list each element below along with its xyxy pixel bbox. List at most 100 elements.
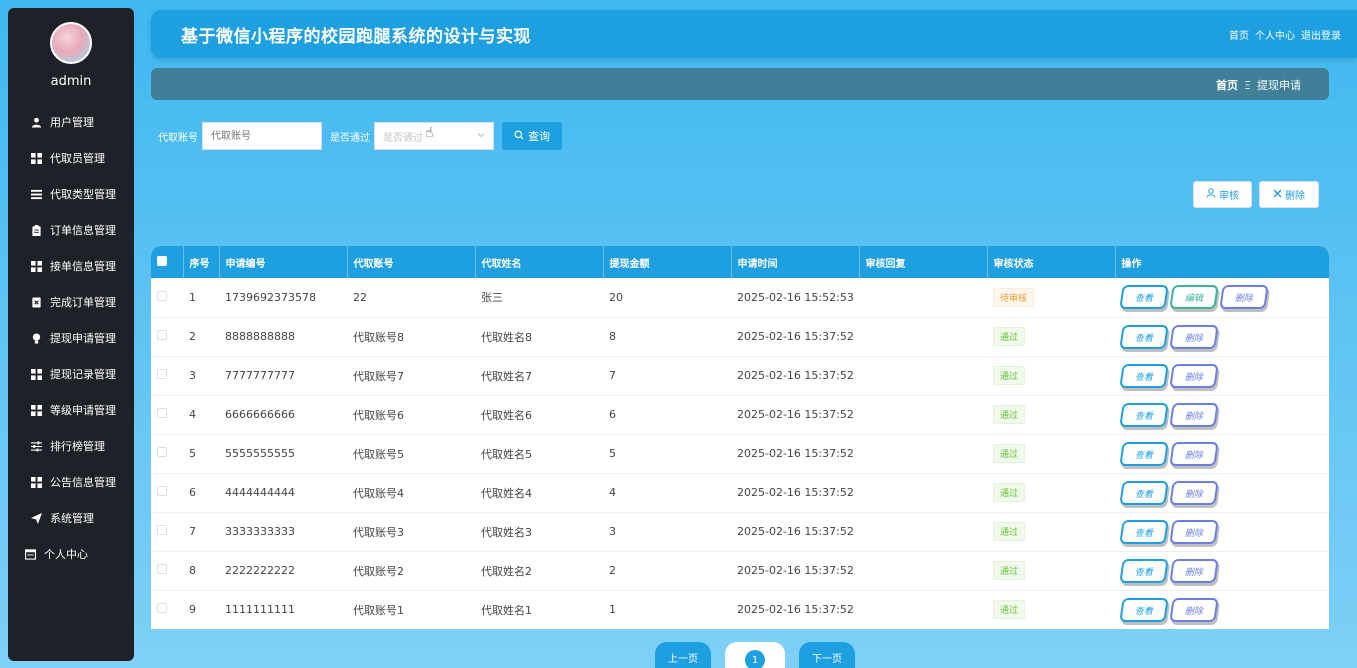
batch-delete-button[interactable]: 删除 — [1259, 181, 1319, 208]
sidebar-item-label: 提现申请管理 — [50, 332, 116, 345]
next-page-button[interactable]: 下一页 — [799, 642, 855, 668]
row-checkbox[interactable] — [157, 447, 167, 457]
send-icon — [30, 512, 42, 524]
table-row: 1 1739692373578 22 张三 20 2025-02-16 15:5… — [151, 278, 1329, 317]
cell-amount: 3 — [609, 525, 616, 538]
cell-amount: 6 — [609, 408, 616, 421]
header-link-logout[interactable]: 退出登录 — [1301, 27, 1341, 42]
page-number-holder: 1 — [725, 642, 785, 668]
clipboard-icon — [30, 224, 42, 236]
select-all-cell — [151, 246, 184, 278]
search-button[interactable]: 查询 — [502, 122, 562, 150]
cell-account: 代取账号6 — [353, 408, 404, 422]
view-button[interactable]: 查看 — [1119, 402, 1169, 427]
view-button[interactable]: 查看 — [1119, 597, 1169, 622]
col-header[interactable]: 申请编号 — [219, 246, 348, 278]
delete-button[interactable]: 删除 — [1169, 402, 1219, 427]
edit-button[interactable]: 编辑 — [1169, 285, 1219, 310]
sidebar-item-runner-management[interactable]: 代取员管理 — [8, 140, 134, 176]
delete-button[interactable]: 删除 — [1169, 558, 1219, 583]
sidebar-item-level-apply[interactable]: 等级申请管理 — [8, 392, 134, 428]
breadcrumb-home[interactable]: 首页 — [1216, 77, 1238, 93]
delete-button[interactable]: 删除 — [1169, 441, 1219, 466]
sidebar-item-withdraw-apply[interactable]: 提现申请管理 — [8, 320, 134, 356]
cell-apply-no: 2222222222 — [225, 564, 295, 577]
row-checkbox[interactable] — [157, 564, 167, 574]
header-link-profile[interactable]: 个人中心 — [1255, 27, 1295, 42]
pass-select[interactable]: 是否通过 ☝ — [374, 122, 494, 150]
bulb-icon — [30, 332, 42, 344]
cell-time: 2025-02-16 15:37:52 — [737, 330, 854, 343]
cell-amount: 4 — [609, 486, 616, 499]
row-checkbox[interactable] — [157, 290, 167, 301]
cell-name: 代取姓名8 — [481, 330, 532, 344]
cell-name: 代取姓名4 — [481, 486, 532, 500]
view-button[interactable]: 查看 — [1119, 519, 1169, 544]
row-checkbox[interactable] — [157, 525, 167, 535]
view-label: 查看 — [1134, 567, 1153, 577]
col-header[interactable]: 审核回复 — [859, 246, 988, 278]
grid-icon — [30, 368, 42, 380]
select-all-checkbox[interactable] — [157, 255, 167, 266]
delete-button[interactable]: 删除 — [1169, 480, 1219, 505]
cell-apply-no: 3333333333 — [225, 525, 295, 538]
header-link-home[interactable]: 首页 — [1229, 27, 1249, 42]
sidebar-item-label: 个人中心 — [44, 548, 88, 561]
delete-button[interactable]: 删除 — [1169, 324, 1219, 349]
sidebar-item-accept-info[interactable]: 接单信息管理 — [8, 248, 134, 284]
account-search-input[interactable] — [202, 122, 322, 150]
prev-page-button[interactable]: 上一页 — [655, 642, 711, 668]
sidebar-item-type-management[interactable]: 代取类型管理 — [8, 176, 134, 212]
avatar[interactable] — [50, 22, 92, 64]
sidebar-item-personal-center[interactable]: 个人中心 — [8, 536, 134, 572]
delete-button[interactable]: 删除 — [1169, 363, 1219, 388]
col-header[interactable]: 审核状态 — [987, 246, 1116, 278]
row-checkbox[interactable] — [157, 486, 167, 496]
cell-time: 2025-02-16 15:37:52 — [737, 525, 854, 538]
table-row: 4 6666666666 代取账号6 代取姓名6 6 2025-02-16 15… — [151, 395, 1329, 434]
audit-button[interactable]: 审核 — [1193, 181, 1252, 208]
table-row: 7 3333333333 代取账号3 代取姓名3 3 2025-02-16 15… — [151, 512, 1329, 551]
window-icon — [24, 548, 36, 560]
cell-index: 4 — [189, 408, 196, 421]
row-checkbox[interactable] — [157, 369, 167, 379]
sidebar-item-system[interactable]: 系统管理 — [8, 500, 134, 536]
view-button[interactable]: 查看 — [1119, 363, 1169, 388]
view-button[interactable]: 查看 — [1119, 480, 1169, 505]
cell-index: 1 — [189, 290, 196, 304]
row-checkbox[interactable] — [157, 603, 167, 613]
row-checkbox[interactable] — [157, 330, 167, 340]
view-button[interactable]: 查看 — [1119, 558, 1169, 583]
delete-button[interactable]: 删除 — [1169, 597, 1219, 622]
view-button[interactable]: 查看 — [1119, 441, 1169, 466]
view-label: 查看 — [1134, 372, 1153, 382]
cell-reply — [859, 395, 987, 434]
sidebar-item-order-info[interactable]: 订单信息管理 — [8, 212, 134, 248]
col-header[interactable]: 代取账号 — [347, 246, 476, 278]
cell-account: 代取账号2 — [353, 564, 404, 578]
sidebar-item-label: 系统管理 — [50, 512, 94, 525]
close-icon — [1273, 189, 1282, 201]
delete-button[interactable]: 删除 — [1169, 519, 1219, 544]
sidebar-item-notice-info[interactable]: 公告信息管理 — [8, 464, 134, 500]
sidebar-item-leaderboard[interactable]: 排行榜管理 — [8, 428, 134, 464]
sidebar-item-withdraw-records[interactable]: 提现记录管理 — [8, 356, 134, 392]
col-header[interactable]: 提现金额 — [603, 246, 732, 278]
sidebar-menu: 用户管理 代取员管理 代取类型管理 订单信息管理 接单信息管理 完成订单管理 提… — [8, 104, 134, 572]
search-button-label: 查询 — [528, 130, 550, 143]
sidebar-item-completed-orders[interactable]: 完成订单管理 — [8, 284, 134, 320]
view-button[interactable]: 查看 — [1119, 324, 1169, 349]
page-number-current[interactable]: 1 — [745, 650, 765, 668]
row-checkbox[interactable] — [157, 408, 167, 418]
view-button[interactable]: 查看 — [1119, 285, 1169, 310]
cell-apply-no: 8888888888 — [225, 330, 295, 343]
table-row: 9 1111111111 代取账号1 代取姓名1 1 2025-02-16 15… — [151, 590, 1329, 629]
delete-button[interactable]: 删除 — [1219, 285, 1269, 310]
sidebar-item-label: 等级申请管理 — [50, 404, 116, 417]
table-header-row: 序号 申请编号 代取账号 代取姓名 提现金额 申请时间 审核回复 审核状态 操作 — [151, 246, 1329, 278]
cell-time: 2025-02-16 15:37:52 — [737, 447, 854, 460]
col-header[interactable]: 代取姓名 — [475, 246, 604, 278]
sidebar-item-user-management[interactable]: 用户管理 — [8, 104, 134, 140]
col-header[interactable]: 申请时间 — [731, 246, 860, 278]
grid-icon — [30, 476, 42, 488]
